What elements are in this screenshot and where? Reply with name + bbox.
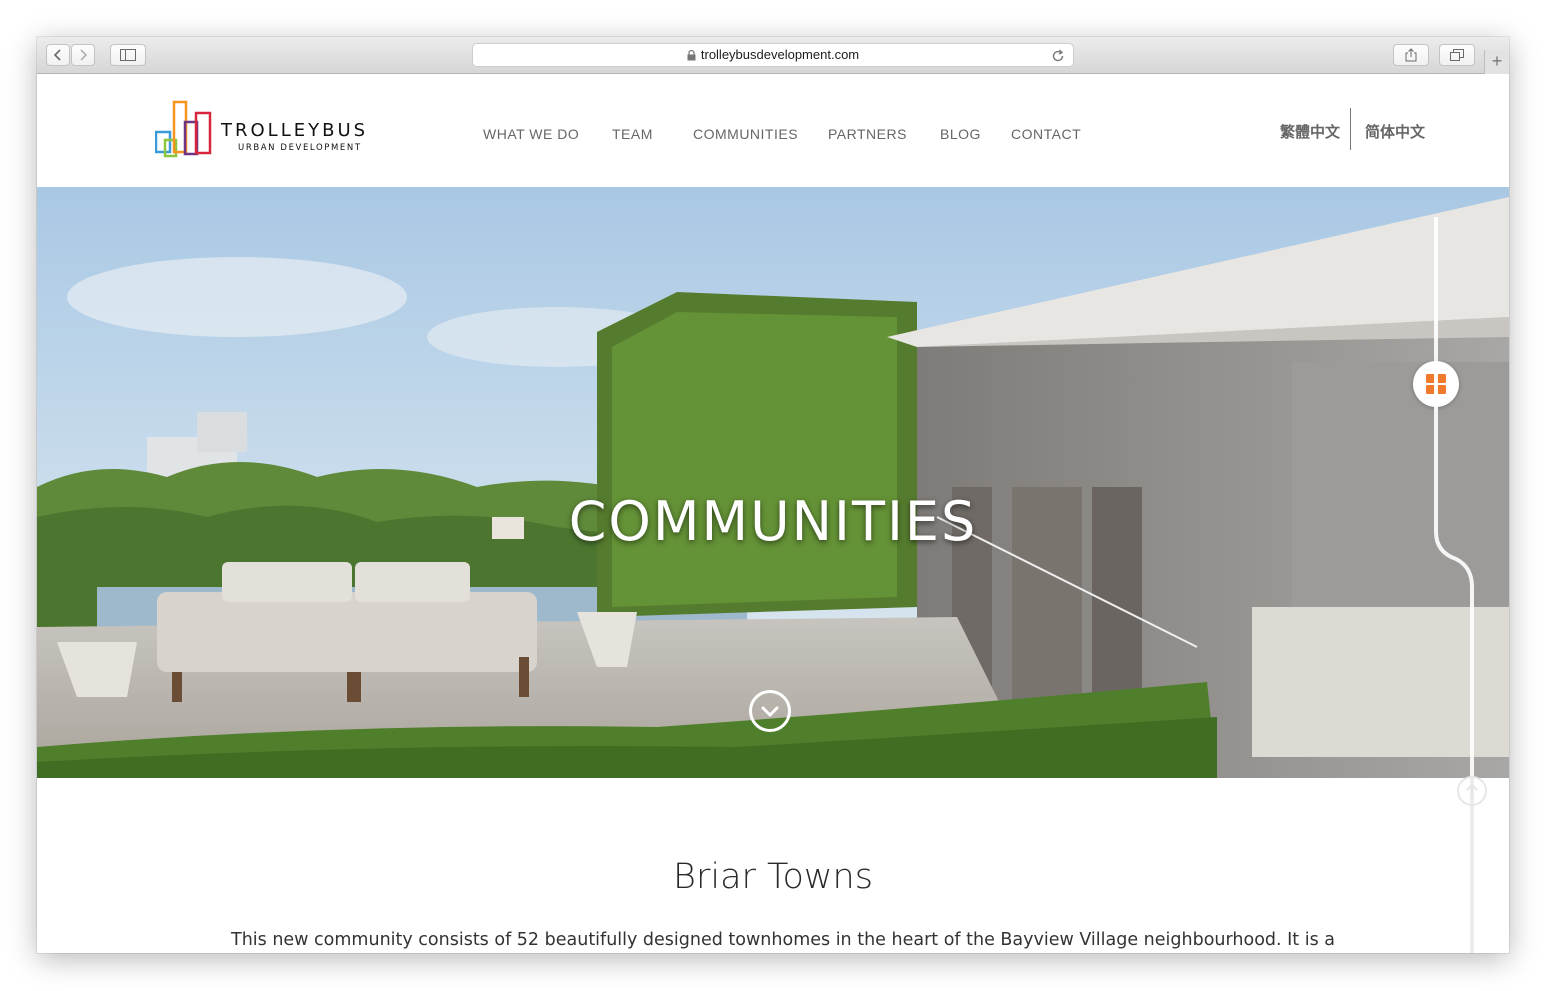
scroll-down-button[interactable] [749, 690, 791, 732]
back-button[interactable] [46, 44, 70, 66]
logo-name: TROLLEYBUS [221, 120, 369, 141]
url-text: trolleybusdevelopment.com [700, 47, 860, 62]
sidebar-button[interactable] [110, 44, 146, 66]
reload-button[interactable] [1051, 45, 1065, 70]
new-tab-button[interactable]: + [1484, 50, 1509, 74]
chevron-left-icon [53, 49, 61, 61]
share-icon [1405, 48, 1417, 62]
address-bar[interactable]: trolleybusdevelopment.com [472, 43, 1074, 67]
nav-item-communities[interactable]: COMMUNITIES [693, 126, 798, 142]
tabs-button[interactable] [1439, 44, 1475, 66]
lang-divider [1350, 108, 1351, 150]
browser-toolbar: trolleybusdevelopment.com + [37, 37, 1509, 74]
nav-item-what-we-do[interactable]: WHAT WE DO [483, 126, 579, 142]
arrow-up-circle-icon [1466, 783, 1478, 798]
sidebar-icon [120, 49, 136, 61]
lang-simplified-chinese[interactable]: 简体中文 [1365, 121, 1425, 142]
reload-icon [1052, 49, 1064, 62]
forward-button[interactable] [71, 44, 95, 66]
nav-item-blog[interactable]: BLOG [940, 126, 981, 142]
chevron-right-icon [80, 49, 88, 61]
site-header: TROLLEYBUS URBAN DEVELOPMENT WHAT WE DO … [37, 74, 1509, 187]
hero-title: COMMUNITIES [568, 490, 978, 553]
scroll-up-button[interactable] [1457, 776, 1487, 806]
lang-traditional-chinese[interactable]: 繁體中文 [1280, 121, 1340, 142]
community-title: Briar Towns [673, 857, 873, 897]
grid-icon [1426, 374, 1446, 394]
tabs-icon [1450, 49, 1464, 61]
nav-item-contact[interactable]: CONTACT [1011, 126, 1081, 142]
browser-window: trolleybusdevelopment.com + TROLLEYBUS U… [37, 37, 1509, 953]
grid-menu-button[interactable] [1413, 361, 1459, 407]
chevron-down-circle-icon [761, 706, 779, 717]
lock-icon [687, 50, 696, 61]
nav-item-team[interactable]: TEAM [612, 126, 653, 142]
logo-mark-icon [155, 100, 212, 158]
logo-tagline: URBAN DEVELOPMENT [238, 143, 362, 153]
hero-banner: COMMUNITIES [37, 187, 1509, 778]
share-button[interactable] [1393, 44, 1429, 66]
nav-item-partners[interactable]: PARTNERS [828, 126, 907, 142]
logo[interactable]: TROLLEYBUS URBAN DEVELOPMENT [155, 100, 395, 162]
community-description: This new community consists of 52 beauti… [231, 930, 1335, 950]
